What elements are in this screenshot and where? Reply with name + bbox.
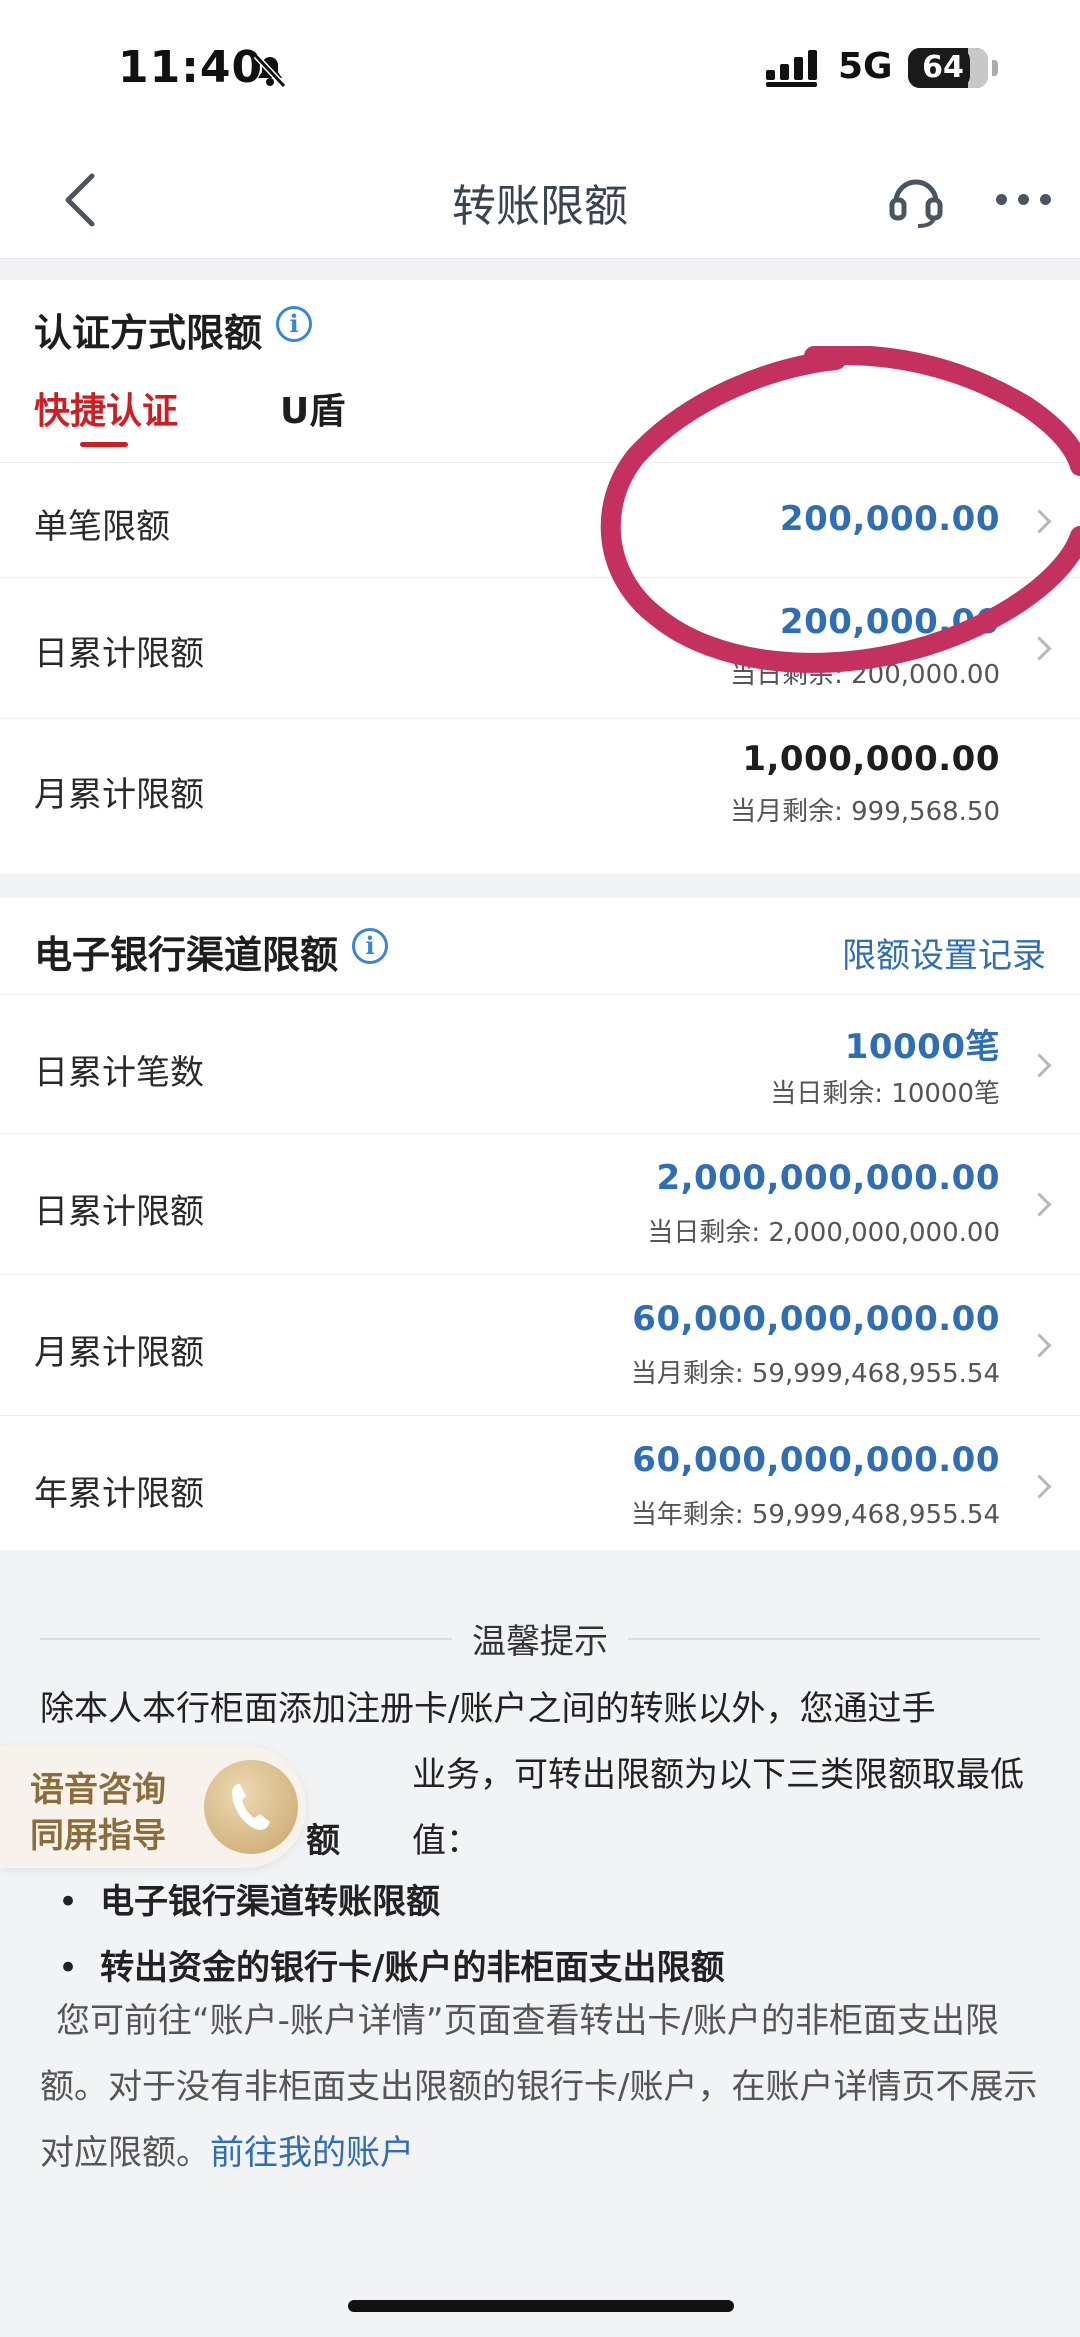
tips-note: 您可前往“账户-账户详情”页面查看转出卡/账户的非柜面支出限额。对于没有非柜面支… xyxy=(40,2001,1038,2173)
row-value: 10000笔 xyxy=(844,1027,1000,1067)
status-time: 11:40 xyxy=(118,42,264,93)
row-value: 60,000,000,000.00 xyxy=(632,1299,1000,1339)
info-icon[interactable]: i xyxy=(352,928,388,964)
voice-consult-line-2: 同屏指导 xyxy=(30,1816,166,1856)
row-remaining: 当月剩余: 999,568.50 xyxy=(730,797,1000,827)
auth-row-single[interactable]: 单笔限额 200,000.00 xyxy=(0,463,1080,578)
auth-section-title: 认证方式限额 xyxy=(34,311,263,355)
signal-icon xyxy=(766,50,817,87)
row-value: 200,000.00 xyxy=(779,499,1000,539)
tips-bullet-2: 电子银行渠道转账限额 xyxy=(58,1874,440,1923)
row-label: 日累计限额 xyxy=(34,1192,204,1232)
tips-bullet-1-fragment: 额 xyxy=(306,1821,340,1861)
network-type: 5G xyxy=(838,46,893,87)
voice-consult-button[interactable]: 语音咨询 同屏指导 xyxy=(0,1746,306,1868)
chevron-right-icon xyxy=(1027,509,1052,534)
voice-consult-line-1: 语音咨询 xyxy=(30,1770,166,1810)
row-remaining: 当月剩余: 59,999,468,955.54 xyxy=(630,1359,1000,1389)
auth-row-daily[interactable]: 日累计限额 200,000.00 当日剩余: 200,000.00 xyxy=(0,578,1080,719)
chevron-right-icon xyxy=(1027,1474,1052,1499)
channel-row-yearly[interactable]: 年累计限额 60,000,000,000.00 当年剩余: 59,999,468… xyxy=(0,1416,1080,1554)
channel-row-daily[interactable]: 日累计限额 2,000,000,000.00 当日剩余: 2,000,000,0… xyxy=(0,1134,1080,1275)
tab-underline xyxy=(80,442,128,447)
info-icon[interactable]: i xyxy=(276,306,312,342)
channel-row-monthly[interactable]: 月累计限额 60,000,000,000.00 当月剩余: 59,999,468… xyxy=(0,1275,1080,1416)
battery-icon: 64 xyxy=(908,48,998,88)
tab-ukey[interactable]: U盾 xyxy=(280,382,345,434)
channel-section-title: 电子银行渠道限额 xyxy=(34,933,339,977)
row-value: 2,000,000,000.00 xyxy=(656,1158,1000,1198)
auth-limit-card: 认证方式限额 i 快捷认证 U盾 单笔限额 200,000.00 日累计限额 2… xyxy=(0,280,1080,874)
status-bar: 11:40 5G 64 xyxy=(0,0,1080,140)
tips-title: 温馨提示 xyxy=(0,1614,1080,1663)
row-value: 1,000,000.00 xyxy=(742,739,1000,779)
battery-level: 64 xyxy=(922,50,964,85)
chevron-right-icon xyxy=(1027,1053,1052,1078)
row-remaining: 当日剩余: 2,000,000,000.00 xyxy=(647,1218,1000,1248)
home-indicator xyxy=(348,2300,734,2312)
channel-limit-card: 电子银行渠道限额 i 限额设置记录 日累计笔数 10000笔 当日剩余: 100… xyxy=(0,898,1080,1550)
row-label: 月累计限额 xyxy=(34,1333,204,1373)
row-value: 200,000.00 xyxy=(779,602,1000,642)
go-my-account-link[interactable]: 前往我的账户 xyxy=(210,2133,414,2173)
customer-service-icon[interactable] xyxy=(886,170,946,230)
row-label: 日累计笔数 xyxy=(34,1053,204,1093)
chevron-right-icon xyxy=(1027,1333,1052,1358)
row-remaining: 当日剩余: 200,000.00 xyxy=(730,660,1000,690)
phone-icon xyxy=(204,1760,298,1854)
nav-bar: 转账限额 xyxy=(0,140,1080,259)
tips-line-1: 除本人本行柜面添加注册卡/账户之间的转账以外，您通过手 xyxy=(40,1689,936,1729)
row-remaining: 当年剩余: 59,999,468,955.54 xyxy=(630,1500,1000,1530)
more-icon[interactable] xyxy=(996,194,1052,208)
tips-line-2: 业务，可转出限额为以下三类限额取最低值： xyxy=(412,1755,1024,1861)
row-label: 年累计限额 xyxy=(34,1474,204,1514)
row-label: 日累计限额 xyxy=(34,634,204,674)
channel-row-count[interactable]: 日累计笔数 10000笔 当日剩余: 10000笔 xyxy=(0,995,1080,1134)
auth-row-monthly: 月累计限额 1,000,000.00 当月剩余: 999,568.50 xyxy=(0,719,1080,855)
row-value: 60,000,000,000.00 xyxy=(632,1440,1000,1480)
row-label: 单笔限额 xyxy=(34,507,170,547)
limit-record-link[interactable]: 限额设置记录 xyxy=(842,928,1046,977)
tab-quick-auth[interactable]: 快捷认证 xyxy=(34,382,178,434)
bell-off-icon xyxy=(253,53,287,89)
chevron-right-icon xyxy=(1027,636,1052,661)
tips-bullet-3: 转出资金的银行卡/账户的非柜面支出限额 xyxy=(58,1940,724,1989)
auth-tabs: 快捷认证 U盾 xyxy=(0,370,1080,463)
row-remaining: 当日剩余: 10000笔 xyxy=(770,1079,1000,1109)
row-label: 月累计限额 xyxy=(34,775,204,815)
chevron-right-icon xyxy=(1027,1192,1052,1217)
